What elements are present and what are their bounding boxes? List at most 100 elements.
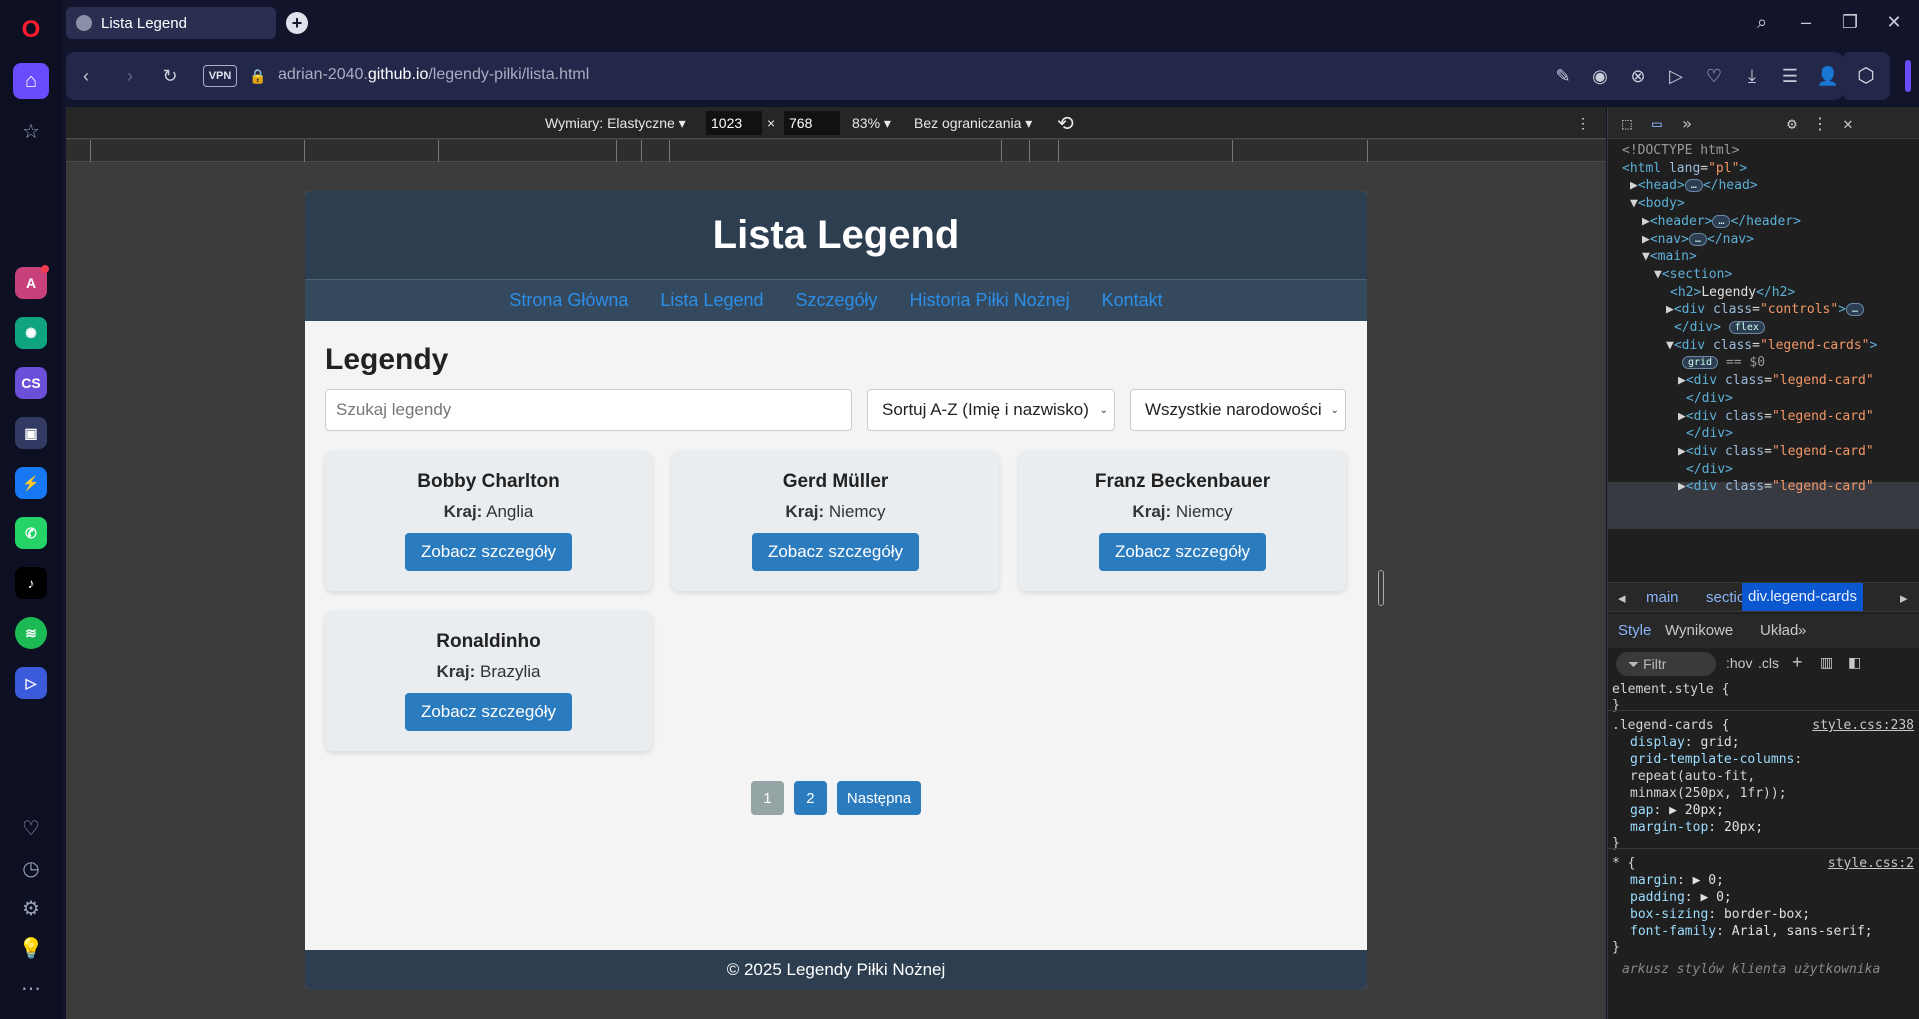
breadcrumb-legend-cards[interactable]: div.legend-cards	[1742, 583, 1863, 611]
close-icon[interactable]: ✕	[1837, 113, 1859, 135]
history-icon[interactable]: ◷	[13, 850, 49, 886]
paint-icon[interactable]: ▥	[1820, 654, 1833, 671]
shopping-bag-app-icon[interactable]: ▣	[15, 417, 47, 449]
dom-node[interactable]: </div>	[1686, 462, 1733, 477]
dom-node[interactable]: ▶<div class="controls">…	[1666, 302, 1865, 317]
css-source-link[interactable]: style.css:2	[1828, 856, 1914, 871]
new-tab-button[interactable]: +	[286, 12, 308, 34]
dom-node[interactable]: ▶<div class="legend-card"	[1678, 373, 1874, 388]
minimize-icon[interactable]: –	[1794, 10, 1818, 34]
cls-toggle[interactable]: .cls	[1758, 655, 1779, 671]
aria-app-icon[interactable]: A	[15, 265, 49, 299]
cs-app-icon[interactable]: CS	[15, 367, 47, 399]
edit-icon[interactable]: ✎	[1551, 64, 1575, 88]
details-button[interactable]: Zobacz szczegóły	[404, 533, 573, 571]
nav-link-history[interactable]: Historia Piłki Nożnej	[910, 290, 1070, 311]
opera-logo[interactable]: O	[13, 12, 49, 48]
heart-icon[interactable]: ♡	[13, 810, 49, 846]
dom-node[interactable]: </div> flex	[1674, 320, 1765, 335]
more-icon[interactable]: ⋯	[13, 970, 49, 1006]
dom-node[interactable]: ▼<section>	[1654, 267, 1732, 282]
star-icon[interactable]: ☆	[13, 113, 49, 149]
chatgpt-app-icon[interactable]: ✺	[15, 317, 47, 349]
spotify-app-icon[interactable]: ≋	[15, 617, 47, 649]
nav-link-legends[interactable]: Lista Legend	[660, 290, 763, 311]
profile-icon[interactable]: 👤	[1816, 64, 1840, 88]
camera-icon[interactable]: ◉	[1588, 64, 1612, 88]
search-input[interactable]: Szukaj legendy	[325, 389, 852, 431]
heart-icon[interactable]: ♡	[1702, 64, 1726, 88]
dom-node[interactable]: ▶<div class="legend-card"	[1678, 409, 1874, 424]
vpn-badge[interactable]: VPN	[203, 65, 237, 87]
dom-node[interactable]: ▶<div class="legend-card"	[1678, 444, 1874, 459]
tab-styles[interactable]: Style	[1618, 622, 1651, 639]
dom-node[interactable]: ▼<body>	[1630, 196, 1685, 211]
breadcrumb-right-arrow[interactable]: ▸	[1900, 589, 1908, 607]
dom-node[interactable]: grid == $0	[1682, 355, 1765, 370]
search-icon[interactable]: ⌕	[1750, 10, 1774, 34]
nav-link-contact[interactable]: Kontakt	[1102, 290, 1163, 311]
lock-icon[interactable]: 🔒	[246, 64, 270, 88]
download-icon[interactable]: ⤓	[1740, 64, 1764, 88]
device-toggle-icon[interactable]: ▭	[1646, 113, 1668, 135]
zoom-dropdown[interactable]: 83% ▾	[852, 115, 891, 132]
restore-icon[interactable]: ❐	[1838, 10, 1862, 34]
player-app-icon[interactable]: ▷	[15, 667, 47, 699]
hov-toggle[interactable]: :hov	[1726, 655, 1752, 671]
messenger-app-icon[interactable]: ⚡	[15, 467, 47, 499]
dimensions-dropdown[interactable]: Wymiary: Elastyczne ▾	[545, 115, 686, 132]
breadcrumb-left-arrow[interactable]: ◂	[1618, 589, 1626, 607]
bulb-icon[interactable]: 💡	[13, 930, 49, 966]
height-input[interactable]	[784, 111, 840, 135]
more-style-tabs-icon[interactable]: »	[1798, 622, 1806, 639]
play-icon[interactable]: ▷	[1664, 64, 1688, 88]
tab-layout[interactable]: Układ	[1760, 622, 1798, 639]
dom-node[interactable]: ▶<head>… </head>	[1630, 178, 1758, 193]
url-text[interactable]: adrian-2040.github.io/legendy-pilki/list…	[278, 66, 589, 84]
nav-link-home[interactable]: Strona Główna	[509, 290, 628, 311]
sort-select[interactable]: Sortuj A-Z (Imię i nazwisko) ⌄	[867, 389, 1115, 431]
settings-icon[interactable]: ⚙	[13, 890, 49, 926]
tiktok-app-icon[interactable]: ♪	[15, 567, 47, 599]
css-source-link[interactable]: style.css:238	[1812, 718, 1914, 733]
dom-node[interactable]: <h2>Legendy</h2>	[1670, 285, 1795, 300]
dom-node[interactable]: </div>	[1686, 426, 1733, 441]
home-icon[interactable]: ⌂	[13, 63, 49, 99]
dom-node[interactable]: ▶<header>… </header>	[1642, 214, 1801, 229]
dom-node[interactable]: ▼<main>	[1642, 249, 1697, 264]
dom-node[interactable]: <!DOCTYPE html>	[1622, 143, 1739, 158]
next-page-button[interactable]: Następna	[836, 781, 922, 815]
details-button[interactable]: Zobacz szczegóły	[404, 693, 573, 731]
more-options-icon[interactable]: ⋮	[1576, 115, 1590, 132]
dom-node[interactable]: ▶<nav>… </nav>	[1642, 232, 1754, 247]
nav-link-details[interactable]: Szczegóły	[796, 290, 878, 311]
dom-node[interactable]: ▼<div class="legend-cards">	[1666, 338, 1877, 353]
shield-icon[interactable]: ⊗	[1626, 64, 1650, 88]
add-rule-icon[interactable]: +	[1792, 652, 1803, 673]
close-icon[interactable]: ✕	[1882, 10, 1906, 34]
browser-tab[interactable]: Lista Legend	[66, 7, 276, 39]
dom-node[interactable]: ▶<div class="legend-card"	[1678, 479, 1874, 494]
whatsapp-app-icon[interactable]: ✆	[15, 517, 47, 549]
rotate-icon[interactable]: ⟲	[1057, 111, 1074, 136]
throttling-dropdown[interactable]: Bez ograniczania ▾	[914, 115, 1032, 132]
back-icon[interactable]: ‹	[74, 64, 98, 88]
details-button[interactable]: Zobacz szczegóły	[751, 533, 920, 571]
breadcrumb-main[interactable]: main	[1646, 589, 1679, 606]
cube-icon[interactable]: ⬡	[1842, 52, 1890, 100]
forward-icon[interactable]: ›	[118, 64, 142, 88]
filter-input[interactable]: ⏷ Filtr	[1616, 652, 1716, 676]
inspect-icon[interactable]: ⬚	[1616, 113, 1638, 135]
page-button-1[interactable]: 1	[750, 781, 784, 815]
sidebar-toggle-icon[interactable]: ◧	[1848, 654, 1861, 671]
more-tabs-icon[interactable]: »	[1676, 113, 1698, 135]
nationality-select[interactable]: Wszystkie narodowości ⌄	[1130, 389, 1346, 431]
page-button-2[interactable]: 2	[793, 781, 827, 815]
menu-icon[interactable]: ☰	[1778, 64, 1802, 88]
resize-handle[interactable]	[1378, 570, 1384, 606]
settings-icon[interactable]: ⚙	[1781, 113, 1803, 135]
width-input[interactable]	[706, 111, 762, 135]
reload-icon[interactable]: ↻	[158, 64, 182, 88]
dom-node[interactable]: <html lang="pl">	[1622, 161, 1747, 176]
dom-node[interactable]: </div>	[1686, 391, 1733, 406]
